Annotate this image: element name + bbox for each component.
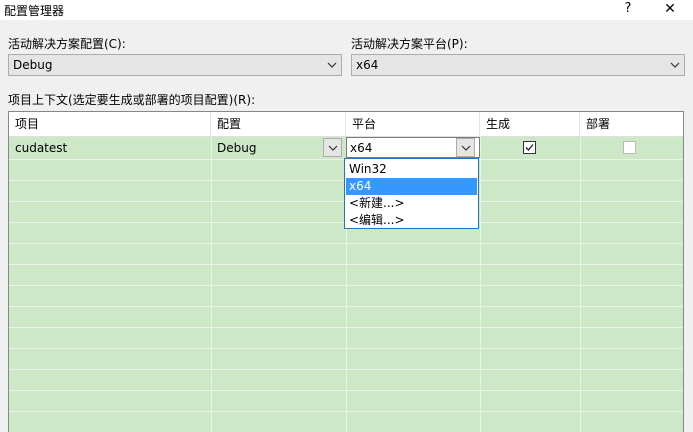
close-button[interactable]: ✕ — [655, 0, 685, 18]
title-bar: 配置管理器 ? ✕ — [0, 0, 693, 20]
column-header-project[interactable]: 项目 — [9, 112, 211, 136]
row-platform-value: x64 — [350, 141, 373, 155]
row-config-dropdown-button[interactable] — [323, 138, 342, 157]
dropdown-option-win32[interactable]: Win32 — [346, 161, 477, 178]
platform-dropdown-list: Win32 x64 <新建...> <编辑...> — [344, 158, 479, 229]
grid-divider — [9, 264, 683, 265]
grid-divider — [9, 285, 683, 286]
checkmark-icon — [525, 144, 534, 151]
column-header-deploy[interactable]: 部署 — [580, 112, 683, 136]
dropdown-option-new[interactable]: <新建...> — [346, 195, 477, 212]
chevron-down-icon — [327, 62, 337, 68]
column-header-configuration[interactable]: 配置 — [211, 112, 346, 136]
row-platform-select[interactable]: x64 — [346, 137, 480, 158]
help-button[interactable]: ? — [616, 0, 640, 18]
column-header-build[interactable]: 生成 — [480, 112, 580, 136]
row-config-value: Debug — [217, 141, 257, 155]
grid-divider — [9, 390, 683, 391]
grid-divider — [9, 411, 683, 412]
row-config-select[interactable]: Debug — [211, 137, 345, 158]
solution-config-select[interactable]: Debug — [8, 54, 342, 76]
solution-platform-label: 活动解决方案平台(P): — [351, 37, 468, 51]
dropdown-option-edit[interactable]: <编辑...> — [346, 212, 477, 229]
dropdown-option-x64[interactable]: x64 — [346, 178, 477, 195]
grid-header: 项目 配置 平台 生成 部署 — [9, 112, 683, 137]
grid-divider — [9, 243, 683, 244]
deploy-checkbox[interactable] — [623, 141, 636, 154]
chevron-down-icon — [328, 145, 338, 151]
solution-platform-select[interactable]: x64 — [351, 54, 685, 76]
chevron-down-icon — [461, 145, 471, 151]
project-name-cell[interactable]: cudatest — [15, 141, 67, 155]
chevron-down-icon — [670, 62, 680, 68]
solution-config-value: Debug — [13, 58, 53, 72]
grid-divider — [9, 327, 683, 328]
build-checkbox[interactable] — [523, 141, 536, 154]
grid-divider — [9, 369, 683, 370]
solution-config-label: 活动解决方案配置(C): — [8, 37, 126, 51]
solution-platform-value: x64 — [356, 58, 379, 72]
dialog-title: 配置管理器 — [4, 4, 65, 18]
grid-divider — [9, 306, 683, 307]
project-contexts-label: 项目上下文(选定要生成或部署的项目配置)(R): — [8, 93, 256, 107]
column-header-platform[interactable]: 平台 — [346, 112, 480, 136]
row-platform-dropdown-button[interactable] — [456, 138, 475, 157]
grid-divider — [9, 348, 683, 349]
